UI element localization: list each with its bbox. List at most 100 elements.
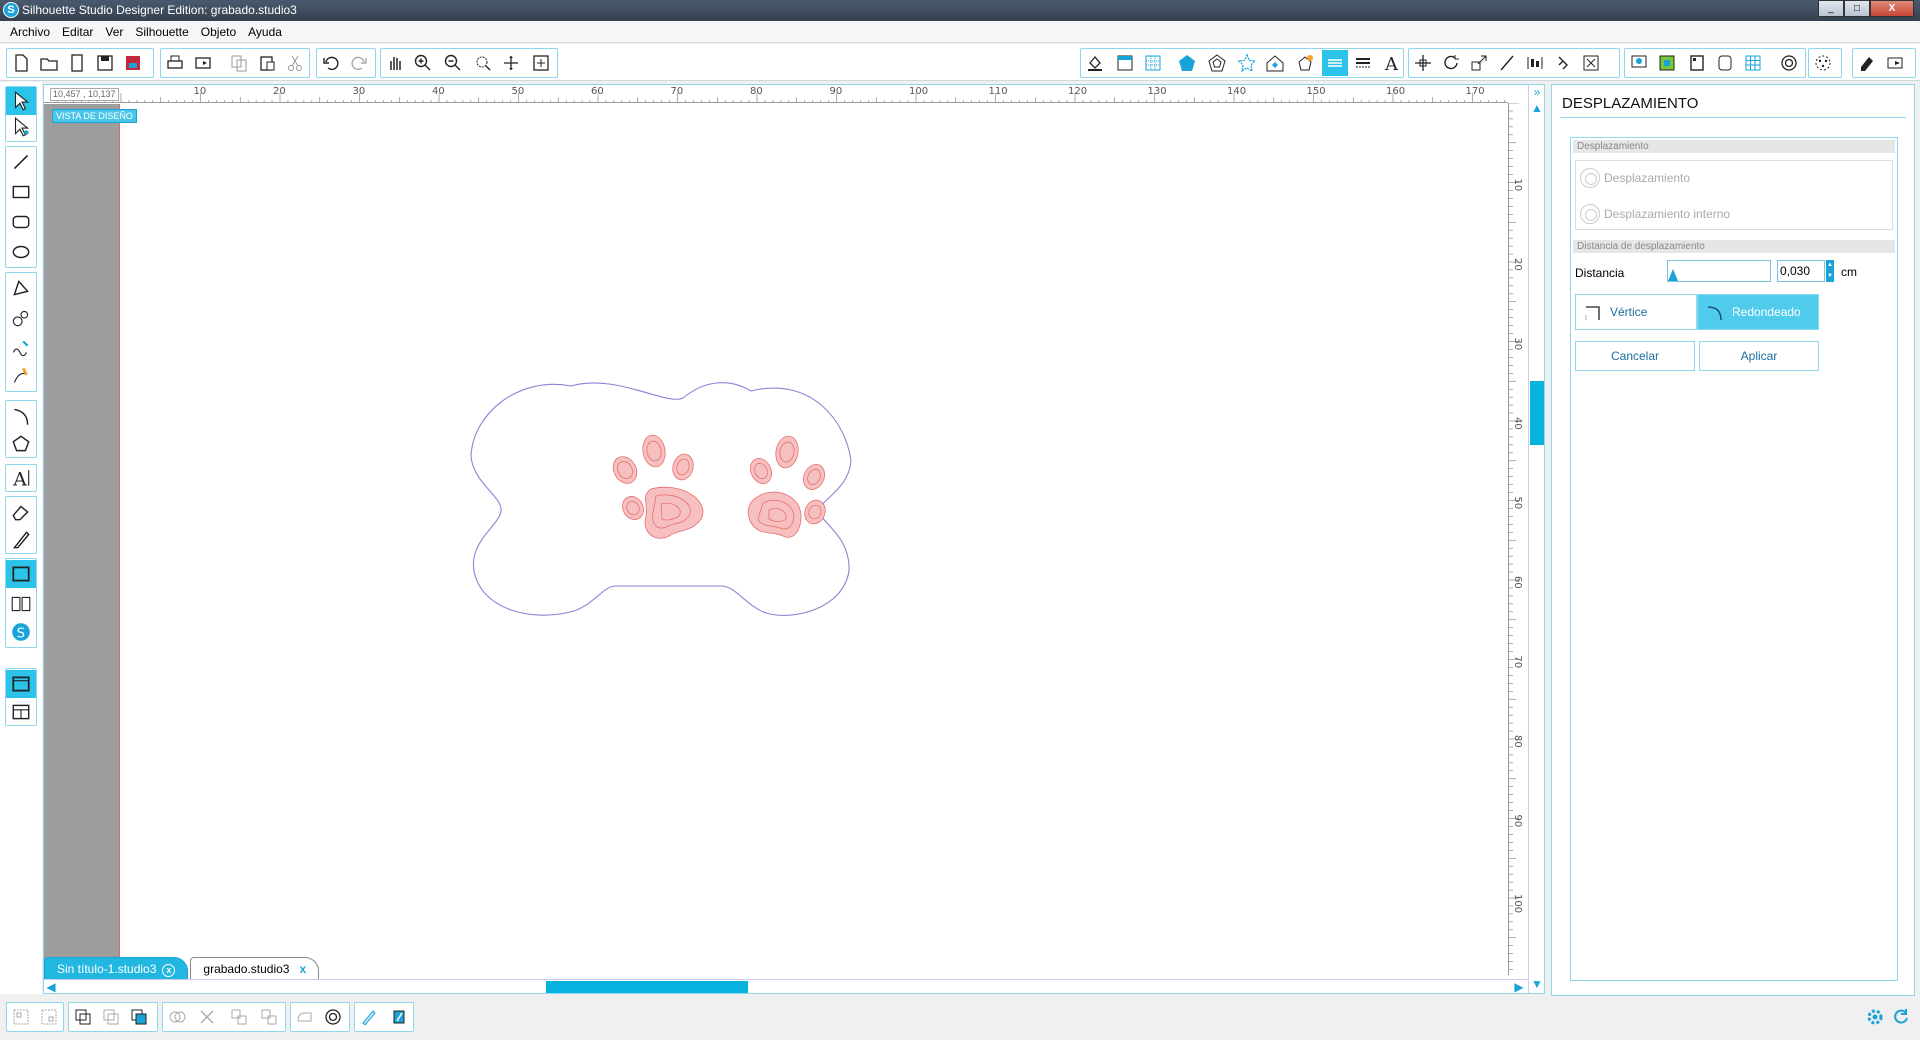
- bring-to-front-icon[interactable]: [126, 1004, 152, 1030]
- internal-offset-option[interactable]: Desplazamiento interno: [1580, 201, 1730, 227]
- line-tool-icon[interactable]: [6, 148, 36, 176]
- distance-stepper[interactable]: ▲ ▼: [1826, 260, 1834, 282]
- print-and-cut-icon[interactable]: [1654, 50, 1680, 76]
- align-icon[interactable]: [1522, 50, 1548, 76]
- settings-gear-icon[interactable]: [1862, 1004, 1888, 1030]
- page-setup-icon[interactable]: [1112, 50, 1138, 76]
- page-grid-icon[interactable]: [1740, 50, 1766, 76]
- scale-icon[interactable]: [1466, 50, 1492, 76]
- fill-panel-icon[interactable]: [1174, 50, 1200, 76]
- scroll-left-icon[interactable]: ◀: [44, 980, 58, 994]
- redo-icon[interactable]: [346, 50, 372, 76]
- ungroup-icon[interactable]: [36, 1004, 62, 1030]
- mirror-icon[interactable]: [256, 1004, 282, 1030]
- cut-settings-icon[interactable]: [1712, 50, 1738, 76]
- single-view-icon[interactable]: [6, 670, 36, 698]
- horizontal-scrollbar[interactable]: ◀ ▶: [44, 979, 1528, 994]
- tab-grabado[interactable]: grabado.studio3 x: [190, 957, 320, 979]
- cut-icon[interactable]: [282, 50, 308, 76]
- apply-button[interactable]: Aplicar: [1699, 341, 1819, 371]
- regular-polygon-tool-icon[interactable]: [6, 430, 36, 458]
- shadow-icon[interactable]: [1292, 50, 1318, 76]
- cancel-button[interactable]: Cancelar: [1575, 341, 1695, 371]
- scroll-right-icon[interactable]: ▶: [1512, 980, 1526, 994]
- trace-brush-icon[interactable]: [356, 1004, 382, 1030]
- knife-panel-icon[interactable]: [292, 1004, 318, 1030]
- send-to-silhouette-icon[interactable]: [190, 50, 216, 76]
- rectangle-tool-icon[interactable]: [6, 178, 36, 206]
- eraser-tool-icon[interactable]: [6, 498, 36, 526]
- undo-icon[interactable]: [318, 50, 344, 76]
- save-icon[interactable]: [92, 50, 118, 76]
- silhouette-store-icon[interactable]: S: [6, 618, 36, 646]
- eraser-panel-icon[interactable]: [1854, 50, 1880, 76]
- menu-objeto[interactable]: Objeto: [195, 25, 242, 39]
- zoom-out-icon[interactable]: [440, 50, 466, 76]
- zoom-select-icon[interactable]: [470, 50, 496, 76]
- vertical-scrollbar[interactable]: » ▲ ▼: [1528, 85, 1544, 993]
- design-area-icon[interactable]: [6, 560, 36, 588]
- maximize-button[interactable]: □: [1844, 0, 1870, 17]
- library-book-icon[interactable]: [6, 590, 36, 618]
- weld-icon[interactable]: [164, 1004, 190, 1030]
- arc-tool-icon[interactable]: [6, 402, 36, 430]
- menu-ayuda[interactable]: Ayuda: [242, 25, 288, 39]
- menu-archivo[interactable]: Archivo: [4, 25, 56, 39]
- tab-sin-titulo[interactable]: Sin título-1.studio3 x: [44, 957, 189, 979]
- offset-shortcut-icon[interactable]: [320, 1004, 346, 1030]
- sketch-icon[interactable]: [386, 1004, 412, 1030]
- fill-pattern-icon[interactable]: [1262, 50, 1288, 76]
- copy-icon[interactable]: [226, 50, 252, 76]
- pan-view-icon[interactable]: [498, 50, 524, 76]
- fill-color-icon[interactable]: [1082, 50, 1108, 76]
- paste-icon[interactable]: [254, 50, 280, 76]
- polygon-tool-icon[interactable]: [6, 274, 36, 302]
- compound-path-icon[interactable]: [70, 1004, 96, 1030]
- knife-tool-icon[interactable]: [6, 526, 36, 554]
- design-page[interactable]: [119, 104, 1508, 975]
- ellipse-tool-icon[interactable]: [6, 238, 36, 266]
- line-color-icon[interactable]: [1322, 50, 1348, 76]
- modify-icon[interactable]: [1578, 50, 1604, 76]
- menu-silhouette[interactable]: Silhouette: [129, 25, 194, 39]
- save-to-library-icon[interactable]: [120, 50, 146, 76]
- send-to-cutter-icon[interactable]: [1882, 50, 1908, 76]
- open-folder-icon[interactable]: [36, 50, 62, 76]
- smooth-freehand-tool-icon[interactable]: [6, 362, 36, 390]
- corner-round-button[interactable]: Redondeado: [1697, 294, 1819, 330]
- scroll-up-icon[interactable]: ▲: [1530, 101, 1544, 115]
- offset-icon[interactable]: [1776, 50, 1802, 76]
- sync-icon[interactable]: [1888, 1004, 1914, 1030]
- shear-icon[interactable]: [1494, 50, 1520, 76]
- distance-input[interactable]: [1777, 260, 1825, 282]
- vertical-scroll-thumb[interactable]: [1530, 381, 1544, 445]
- minimize-button[interactable]: _: [1818, 0, 1844, 17]
- release-compound-icon[interactable]: [98, 1004, 124, 1030]
- corner-vertex-button[interactable]: Vértice: [1575, 294, 1697, 330]
- gradient-icon[interactable]: [1234, 50, 1260, 76]
- rounded-rectangle-tool-icon[interactable]: [6, 208, 36, 236]
- delete-icon[interactable]: [194, 1004, 220, 1030]
- text-tool-icon[interactable]: A: [6, 464, 36, 492]
- menu-ver[interactable]: Ver: [99, 25, 129, 39]
- group-icon[interactable]: [8, 1004, 34, 1030]
- text-style-icon[interactable]: A: [1378, 50, 1404, 76]
- scroll-down-icon[interactable]: ▼: [1530, 977, 1544, 991]
- new-document-icon[interactable]: [8, 50, 34, 76]
- registration-marks-icon[interactable]: [1684, 50, 1710, 76]
- zoom-in-icon[interactable]: [410, 50, 436, 76]
- tab-close-icon[interactable]: x: [299, 962, 306, 976]
- rotate-icon[interactable]: [1438, 50, 1464, 76]
- offset-option[interactable]: Desplazamiento: [1580, 165, 1690, 191]
- fit-to-page-icon[interactable]: [528, 50, 554, 76]
- library-icon[interactable]: [64, 50, 90, 76]
- trace-icon[interactable]: [1626, 50, 1652, 76]
- stepper-down-icon[interactable]: ▼: [1826, 271, 1834, 282]
- horizontal-scroll-thumb[interactable]: [546, 981, 748, 993]
- menu-editar[interactable]: Editar: [56, 25, 99, 39]
- split-view-icon[interactable]: [6, 698, 36, 726]
- close-button[interactable]: X: [1870, 0, 1914, 17]
- replicate-icon[interactable]: [1550, 50, 1576, 76]
- duplicate-icon[interactable]: [226, 1004, 252, 1030]
- tab-close-icon[interactable]: x: [162, 964, 176, 977]
